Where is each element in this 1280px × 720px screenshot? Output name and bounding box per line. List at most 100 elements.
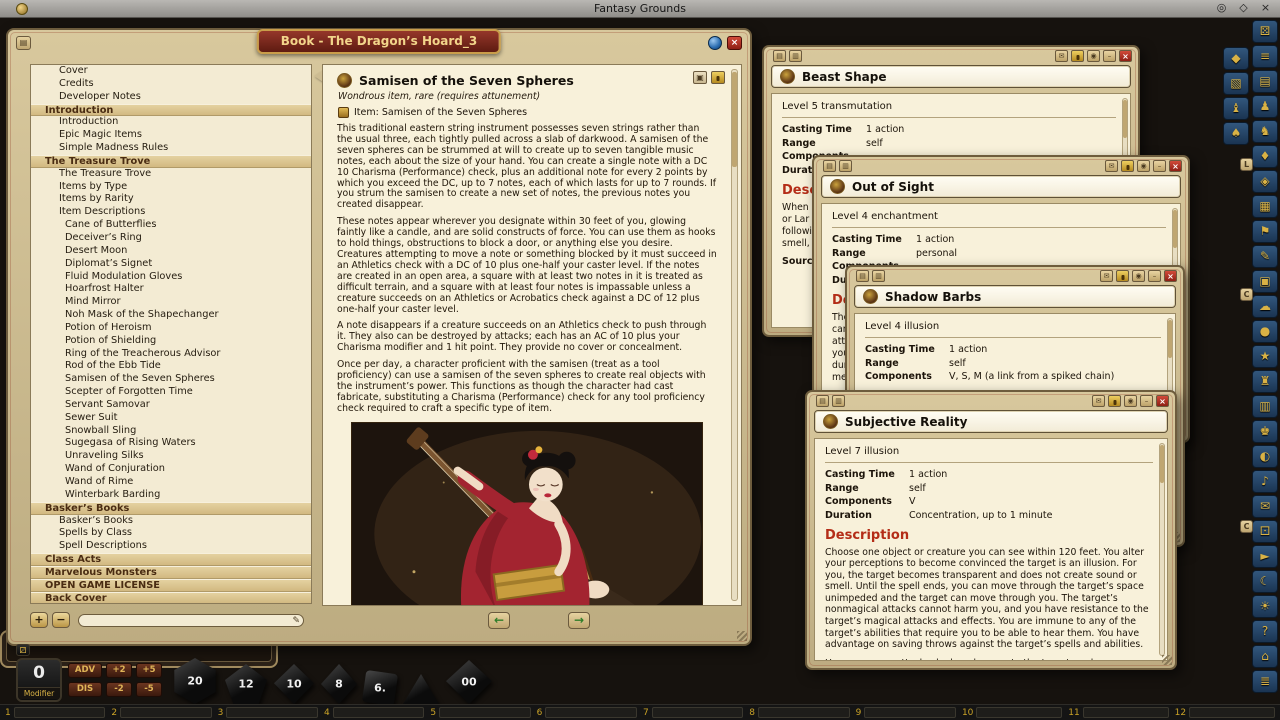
sidebar-button-moon-phase[interactable]: ☾ [1252,570,1278,593]
scrollbar-thumb[interactable] [1168,320,1172,358]
toc-item[interactable]: Class Acts [31,553,311,566]
toc-item[interactable]: Credits [31,78,311,91]
share-icon[interactable]: ▤ [816,395,829,407]
hotkey-slot[interactable] [120,707,212,718]
collapse-tab[interactable]: C [1240,520,1253,533]
sidebar-button-library[interactable]: ▤ [1252,70,1278,93]
index-icon[interactable]: ▥ [832,395,845,407]
toc-item[interactable]: Scepter of Forgotten Time [31,386,311,399]
book-window-title[interactable]: Book - The Dragon’s Hoard_3 [257,29,501,54]
book-window[interactable]: Book - The Dragon’s Hoard_3 ▤ × CoverCre… [6,28,752,646]
sidebar-button-maps[interactable]: ▦ [1252,195,1278,218]
pencil-icon[interactable]: ✎ [292,615,300,627]
chat-icon[interactable]: ✉ [1092,395,1105,407]
sidebar-button-window-list[interactable]: ▧ [1223,72,1249,95]
close-icon[interactable]: × [1259,1,1272,14]
minimize-icon[interactable]: – [1140,395,1153,407]
minus2-button[interactable]: -2 [106,682,132,697]
broadcast-icon[interactable]: ◉ [1124,395,1137,407]
share-icon[interactable]: ▤ [773,50,786,62]
lock-icon[interactable] [1108,395,1121,407]
toc-item[interactable]: Item Descriptions [31,206,311,219]
toc-item[interactable]: Wand of Conjuration [31,463,311,476]
app-titlebar[interactable]: Fantasy Grounds ◎ ◇ × [0,0,1280,18]
dis-button[interactable]: DIS [68,682,102,697]
toc-item[interactable]: Cover [31,65,311,78]
hotkey-slot[interactable] [226,707,318,718]
table-of-contents[interactable]: CoverCreditsDeveloper NotesIntroductionI… [30,64,312,604]
close-icon[interactable]: × [1119,50,1132,62]
toc-item[interactable]: Diplomat’s Signet [31,258,311,271]
sidebar-button-combat-tracker[interactable]: ♚ [1252,420,1278,443]
sidebar-button-bookmarks[interactable]: ♝ [1223,97,1249,120]
minimize-icon[interactable]: – [1103,50,1116,62]
toc-item[interactable]: Back Cover [31,592,311,604]
toc-item[interactable]: Mind Mirror [31,296,311,309]
toc-item[interactable]: Potion of Heroism [31,322,311,335]
d100-die[interactable]: 00 [446,660,492,704]
toc-item[interactable]: Marvelous Monsters [31,566,311,579]
restore-icon[interactable]: ◇ [1237,1,1250,14]
resize-grip[interactable] [737,631,747,641]
toc-item[interactable]: Winterbark Barding [31,489,311,502]
toc-item[interactable]: Sewer Suit [31,412,311,425]
zoom-out-button[interactable]: − [52,612,70,628]
sidebar-button-home[interactable]: ⌂ [1252,645,1278,668]
minus5-button[interactable]: -5 [136,682,162,697]
toc-item[interactable]: Unraveling Silks [31,450,311,463]
hotkey-slot[interactable] [758,707,850,718]
plus2-button[interactable]: +2 [106,663,132,678]
toc-item[interactable]: Snowball Sling [31,425,311,438]
clone-window-icon[interactable]: ▣ [693,71,707,84]
page-slider[interactable]: ✎ [78,614,304,627]
sidebar-button-dice-tower[interactable]: ⚄ [1252,20,1278,43]
item-link[interactable]: Item: Samisen of the Seven Spheres [338,107,717,118]
index-icon[interactable]: ▥ [872,270,885,282]
spell-header[interactable]: Shadow Barbs [854,285,1176,308]
dice-options-icon[interactable]: ⚂ [16,644,30,656]
hotkey-slot[interactable] [14,707,106,718]
d6-die[interactable]: 6. [364,672,396,704]
scrollbar-thumb[interactable] [1123,100,1127,138]
plus5-button[interactable]: +5 [136,663,162,678]
window-menu-icon[interactable]: ▤ [16,36,31,50]
toc-item[interactable]: Fluid Modulation Gloves [31,271,311,284]
chat-icon[interactable]: ✉ [1105,160,1118,172]
page-back-button[interactable]: ← [488,612,510,629]
page-forward-button[interactable]: → [568,612,590,629]
sidebar-button-notes[interactable]: ✎ [1252,245,1278,268]
hotkey-slot[interactable] [545,707,637,718]
toc-item[interactable]: Cane of Butterflies [31,219,311,232]
toc-item[interactable]: OPEN GAME LICENSE [31,579,311,592]
toc-item[interactable]: Rod of the Ebb Tide [31,360,311,373]
sidebar-button-parcels[interactable]: ◈ [1252,170,1278,193]
toc-item[interactable]: Simple Madness Rules [31,142,311,155]
zoom-in-button[interactable]: + [30,612,48,628]
lock-icon[interactable] [1071,50,1084,62]
toc-item[interactable]: Spells by Class [31,527,311,540]
close-icon[interactable]: × [1169,160,1182,172]
broadcast-icon[interactable]: ◉ [1132,270,1145,282]
item-link-icon[interactable] [338,107,349,118]
lock-icon[interactable] [711,71,725,84]
hotkey-slot[interactable] [333,707,425,718]
toc-item[interactable]: Basker’s Books [31,515,311,528]
close-icon[interactable]: × [1156,395,1169,407]
d8-die[interactable]: 8 [321,664,357,704]
chat-icon[interactable]: ✉ [1100,270,1113,282]
toc-item[interactable]: Developer Notes [31,91,311,104]
sidebar-button-effects[interactable]: ★ [1252,345,1278,368]
sidebar-button-lighting[interactable]: ◐ [1252,445,1278,468]
sidebar-button-items[interactable]: ♦ [1252,145,1278,168]
sidebar-button-tokens[interactable]: ● [1252,320,1278,343]
toc-item[interactable]: Items by Type [31,181,311,194]
broadcast-icon[interactable]: ◉ [1137,160,1150,172]
share-icon[interactable]: ▤ [856,270,869,282]
scrollbar-thumb[interactable] [1173,210,1177,248]
resize-grip[interactable] [1162,655,1172,665]
toc-item[interactable]: Servant Samovar [31,399,311,412]
index-icon[interactable]: ▥ [789,50,802,62]
sidebar-button-quests[interactable]: ⚑ [1252,220,1278,243]
toc-item[interactable]: Epic Magic Items [31,129,311,142]
toc-item[interactable]: Deceiver’s Ring [31,232,311,245]
